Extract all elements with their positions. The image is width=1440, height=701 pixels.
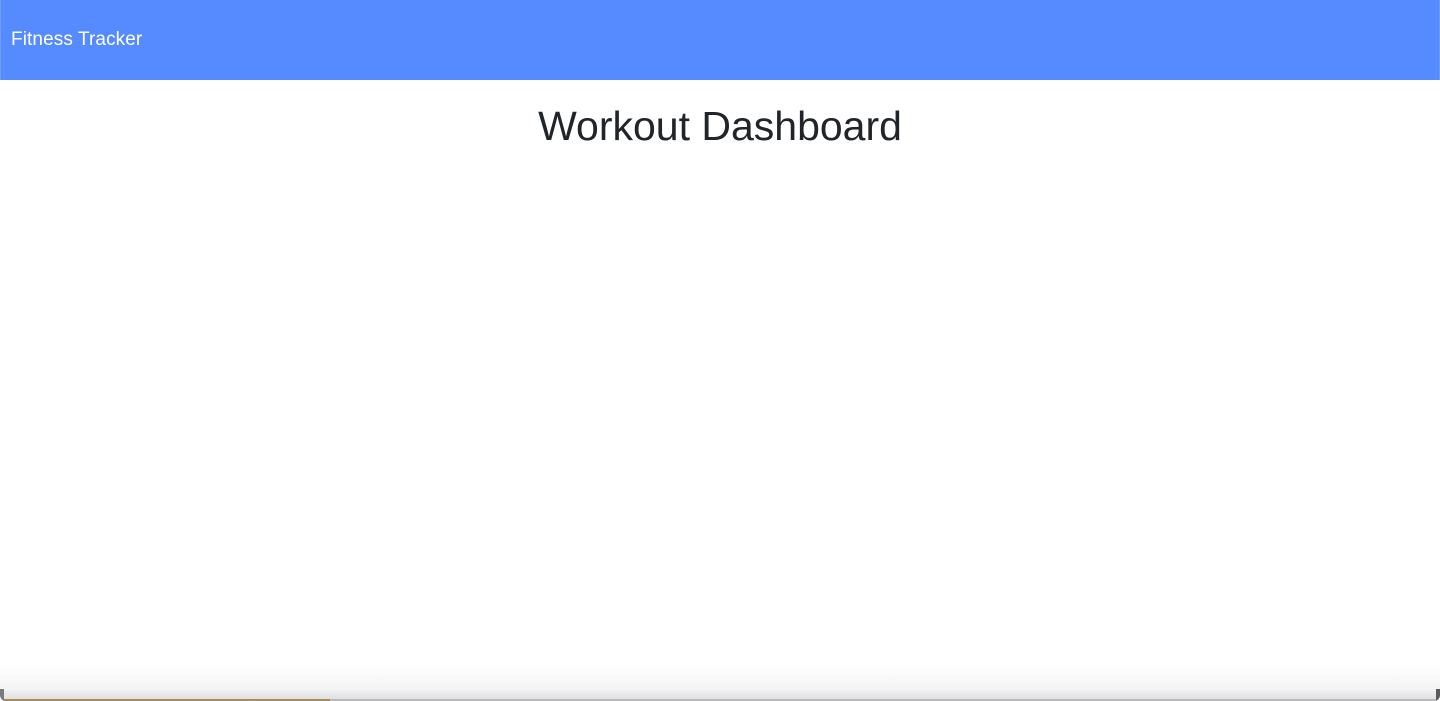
navbar-brand-link[interactable]: Fitness Tracker [11, 28, 142, 52]
top-navbar: Fitness Tracker [0, 0, 1440, 80]
dashboard-main: Workout Dashboard [0, 80, 1440, 701]
app-window: Fitness Tracker Workout Dashboard [0, 0, 1440, 701]
window-corner-left [0, 689, 4, 701]
page-title: Workout Dashboard [538, 103, 902, 149]
